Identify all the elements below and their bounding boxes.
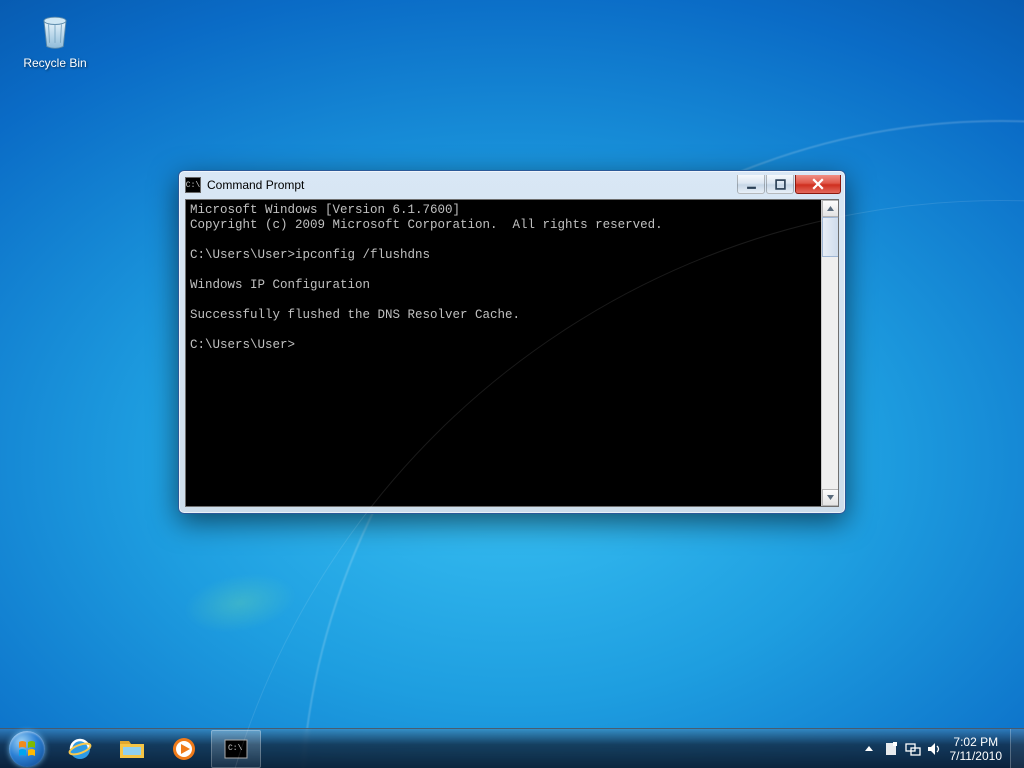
terminal-output[interactable]: Microsoft Windows [Version 6.1.7600] Cop… (186, 200, 821, 506)
taskbar-internet-explorer[interactable] (55, 730, 105, 768)
windows-logo-icon (9, 731, 45, 767)
action-center-icon[interactable] (880, 729, 902, 768)
clock-date: 7/11/2010 (950, 749, 1003, 763)
window-controls (736, 175, 841, 195)
network-icon[interactable] (902, 729, 924, 768)
taskbar[interactable]: C:\ 7:02 PM 7/11/2010 (0, 728, 1024, 768)
tray-overflow-button[interactable] (858, 729, 880, 768)
clock[interactable]: 7:02 PM 7/11/2010 (946, 735, 1011, 763)
svg-text:C:\: C:\ (228, 744, 243, 753)
scrollbar[interactable] (821, 200, 838, 506)
scroll-track[interactable] (822, 217, 838, 489)
titlebar[interactable]: C:\ Command Prompt (179, 171, 845, 199)
window-title: Command Prompt (207, 178, 736, 192)
cmd-icon: C:\ (185, 177, 201, 193)
close-button[interactable] (795, 175, 841, 194)
taskbar-media-player[interactable] (159, 730, 209, 768)
show-desktop-button[interactable] (1010, 729, 1024, 768)
scroll-down-button[interactable] (822, 489, 838, 506)
recycle-bin-label: Recycle Bin (18, 56, 92, 70)
cmd-taskbar-icon: C:\ (221, 736, 251, 762)
wallpaper-decoration (134, 541, 347, 664)
ie-icon (65, 736, 95, 762)
maximize-button[interactable] (766, 175, 794, 194)
system-tray: 7:02 PM 7/11/2010 (858, 729, 1024, 768)
taskbar-command-prompt[interactable]: C:\ (211, 730, 261, 768)
recycle-bin-icon[interactable]: Recycle Bin (18, 6, 92, 70)
volume-icon[interactable] (924, 729, 946, 768)
trash-icon (31, 6, 79, 54)
terminal-frame: Microsoft Windows [Version 6.1.7600] Cop… (185, 199, 839, 507)
start-button[interactable] (0, 729, 54, 768)
scroll-thumb[interactable] (822, 217, 838, 257)
desktop[interactable]: Recycle Bin C:\ Command Prompt Microsoft… (0, 0, 1024, 768)
taskbar-windows-explorer[interactable] (107, 730, 157, 768)
task-buttons: C:\ (54, 729, 262, 768)
clock-time: 7:02 PM (950, 735, 1003, 749)
minimize-button[interactable] (737, 175, 765, 194)
folder-icon (117, 736, 147, 762)
media-player-icon (169, 736, 199, 762)
command-prompt-window[interactable]: C:\ Command Prompt Microsoft Windows [Ve… (178, 170, 846, 514)
scroll-up-button[interactable] (822, 200, 838, 217)
